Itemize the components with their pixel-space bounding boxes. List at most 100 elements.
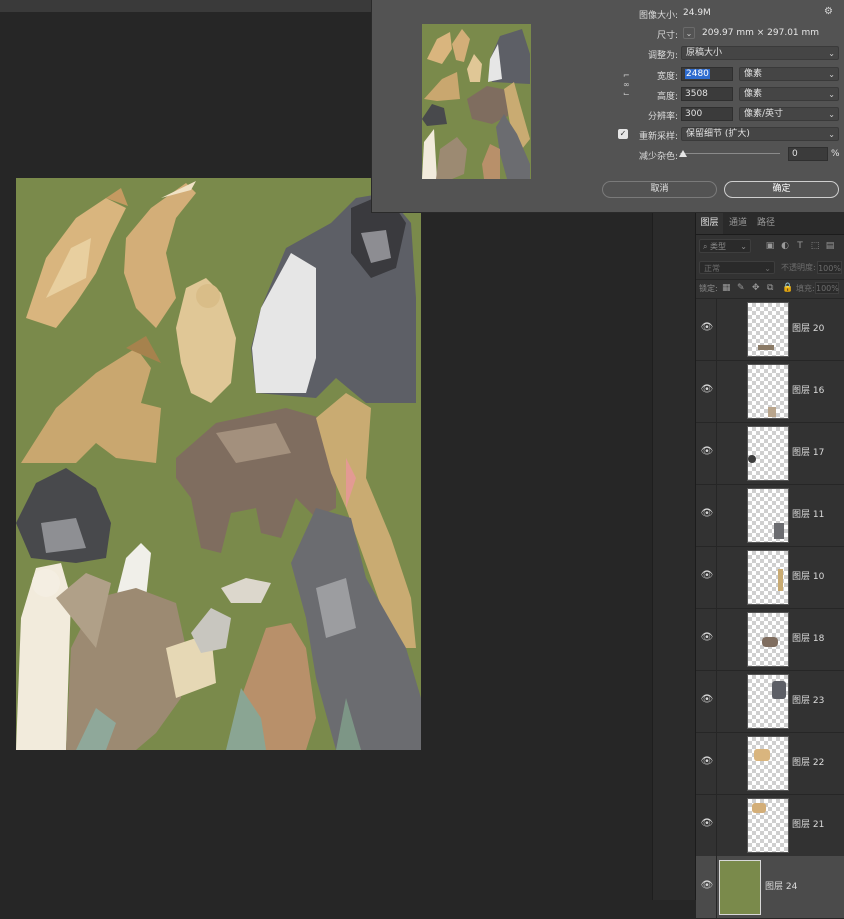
blend-row: 正常 ⌄ 不透明度: 100% bbox=[699, 261, 842, 275]
resolution-unit-value: 像素/英寸 bbox=[744, 109, 784, 119]
layer-filter-select[interactable]: ⌕ 类型 ⌄ bbox=[699, 239, 751, 253]
fit-to-select[interactable]: 原稿大小 ⌄ bbox=[681, 46, 839, 60]
image-filter-icon[interactable]: ▣ bbox=[765, 241, 775, 251]
layer-thumbnail bbox=[719, 860, 761, 915]
layer-name: 图层 16 bbox=[792, 386, 825, 396]
height-unit-select[interactable]: 像素 ⌄ bbox=[739, 87, 839, 101]
type-filter-icon[interactable]: T bbox=[795, 241, 805, 251]
layer-thumbnail bbox=[747, 488, 789, 543]
eye-icon[interactable]: 👁 bbox=[700, 631, 714, 645]
layer-row[interactable]: 👁 图层 17 bbox=[696, 422, 844, 485]
resolution-value: 300 bbox=[685, 109, 703, 119]
fit-to-value: 原稿大小 bbox=[686, 48, 723, 58]
eye-icon[interactable]: 👁 bbox=[700, 693, 714, 707]
layer-thumbnail bbox=[747, 798, 789, 853]
lock-move-icon[interactable]: ✥ bbox=[752, 283, 760, 293]
illustration-artwork bbox=[16, 181, 421, 750]
resolution-unit-select[interactable]: 像素/英寸 ⌄ bbox=[739, 107, 839, 121]
layer-name: 图层 11 bbox=[792, 510, 825, 520]
resample-method-select[interactable]: 保留细节 (扩大) ⌄ bbox=[681, 127, 839, 141]
lock-artboard-icon[interactable]: ⧉ bbox=[767, 283, 773, 293]
reduce-noise-slider[interactable] bbox=[680, 153, 780, 154]
lock-transparent-icon[interactable]: ▦ bbox=[722, 283, 731, 293]
panel-divider bbox=[652, 212, 669, 900]
layer-row[interactable]: 👁 图层 22 bbox=[696, 732, 844, 795]
lock-brush-icon[interactable]: ✎ bbox=[737, 283, 745, 293]
layer-row[interactable]: 👁 图层 21 bbox=[696, 794, 844, 857]
layer-thumbnail bbox=[747, 364, 789, 419]
eye-icon[interactable]: 👁 bbox=[700, 445, 714, 459]
panel-tabs: 图层 通道 路径 bbox=[696, 212, 844, 235]
ok-button[interactable]: 确定 bbox=[724, 181, 839, 198]
layer-row[interactable]: 👁 图层 20 bbox=[696, 298, 844, 361]
tab-channels[interactable]: 通道 bbox=[725, 212, 751, 234]
eye-icon[interactable]: 👁 bbox=[700, 817, 714, 831]
layer-list: 👁 图层 20 👁 图层 16 👁 图层 17 👁 图层 11 👁 图层 10 … bbox=[696, 298, 844, 919]
image-size-dialog: 图像大小: 24.9M ⚙ 尺寸: ⌄ 209.97 mm × 297.01 m… bbox=[371, 0, 844, 213]
dimensions-value: 209.97 mm × 297.01 mm bbox=[702, 28, 820, 38]
layers-panel: 图层 通道 路径 ⌕ 类型 ⌄ ▣ ◐ T ⬚ ▤ 正常 ⌄ 不透明度: 100… bbox=[695, 212, 844, 919]
reduce-noise-input[interactable]: 0 bbox=[788, 147, 828, 161]
document-canvas[interactable] bbox=[16, 178, 421, 750]
layer-thumbnail bbox=[747, 302, 789, 357]
tab-layers[interactable]: 图层 bbox=[696, 212, 723, 234]
adjustment-filter-icon[interactable]: ◐ bbox=[780, 241, 790, 251]
layer-row[interactable]: 👁 图层 16 bbox=[696, 360, 844, 423]
panel-dock-strip bbox=[668, 212, 695, 900]
blend-mode-select[interactable]: 正常 ⌄ bbox=[699, 261, 775, 274]
layer-row-selected[interactable]: 👁 图层 24 bbox=[696, 856, 844, 919]
dimensions-label: 尺寸: bbox=[656, 31, 678, 41]
opacity-input[interactable]: 100% bbox=[817, 261, 842, 274]
slider-handle[interactable] bbox=[679, 150, 687, 157]
layer-thumbnail bbox=[747, 736, 789, 791]
eye-icon[interactable]: 👁 bbox=[700, 321, 714, 335]
height-input[interactable]: 3508 bbox=[681, 87, 733, 101]
image-preview[interactable] bbox=[422, 24, 531, 179]
preview-artwork bbox=[422, 24, 531, 179]
layer-name: 图层 21 bbox=[792, 820, 825, 830]
dimensions-unit-toggle[interactable]: ⌄ bbox=[683, 27, 695, 39]
layer-thumbnail bbox=[747, 426, 789, 481]
search-icon: ⌕ bbox=[703, 242, 708, 251]
image-size-value: 24.9M bbox=[683, 8, 711, 18]
layer-row[interactable]: 👁 图层 10 bbox=[696, 546, 844, 609]
layer-name: 图层 22 bbox=[792, 758, 825, 768]
chevron-down-icon: ⌄ bbox=[828, 49, 835, 58]
lock-all-icon[interactable]: 🔒 bbox=[782, 283, 793, 293]
tab-paths[interactable]: 路径 bbox=[753, 212, 779, 234]
chevron-down-icon: ⌄ bbox=[764, 264, 771, 273]
width-label: 宽度: bbox=[656, 72, 678, 82]
lock-row: 锁定: ▦ ✎ ✥ ⧉ 🔒 填充: 100% bbox=[696, 279, 844, 299]
width-unit-value: 像素 bbox=[744, 69, 763, 79]
layer-thumbnail bbox=[747, 612, 789, 667]
chevron-down-icon: ⌄ bbox=[828, 110, 835, 119]
shape-filter-icon[interactable]: ⬚ bbox=[810, 241, 820, 251]
gear-icon[interactable]: ⚙ bbox=[824, 6, 833, 17]
eye-icon[interactable]: 👁 bbox=[700, 755, 714, 769]
layer-row[interactable]: 👁 图层 23 bbox=[696, 670, 844, 733]
eye-icon[interactable]: 👁 bbox=[700, 569, 714, 583]
eye-icon[interactable]: 👁 bbox=[700, 879, 714, 893]
resample-method-value: 保留细节 (扩大) bbox=[686, 129, 750, 139]
layer-name: 图层 20 bbox=[792, 324, 825, 334]
layer-filter-row: ⌕ 类型 ⌄ ▣ ◐ T ⬚ ▤ bbox=[699, 239, 842, 253]
smart-object-filter-icon[interactable]: ▤ bbox=[825, 241, 835, 251]
layer-name: 图层 24 bbox=[765, 882, 798, 892]
layer-name: 图层 17 bbox=[792, 448, 825, 458]
layer-row[interactable]: 👁 图层 18 bbox=[696, 608, 844, 671]
height-unit-value: 像素 bbox=[744, 89, 763, 99]
cancel-button[interactable]: 取消 bbox=[602, 181, 717, 198]
image-size-label: 图像大小: bbox=[638, 11, 678, 21]
fill-input[interactable]: 100% bbox=[815, 282, 839, 294]
chevron-down-icon: ⌄ bbox=[828, 70, 835, 79]
eye-icon[interactable]: 👁 bbox=[700, 507, 714, 521]
fit-to-label: 调整为: bbox=[647, 51, 678, 61]
layer-name: 图层 10 bbox=[792, 572, 825, 582]
eye-icon[interactable]: 👁 bbox=[700, 383, 714, 397]
width-input[interactable]: 2480 bbox=[681, 67, 733, 81]
layer-thumbnail bbox=[747, 550, 789, 605]
layer-thumbnail bbox=[747, 674, 789, 729]
resolution-input[interactable]: 300 bbox=[681, 107, 733, 121]
width-unit-select[interactable]: 像素 ⌄ bbox=[739, 67, 839, 81]
layer-row[interactable]: 👁 图层 11 bbox=[696, 484, 844, 547]
